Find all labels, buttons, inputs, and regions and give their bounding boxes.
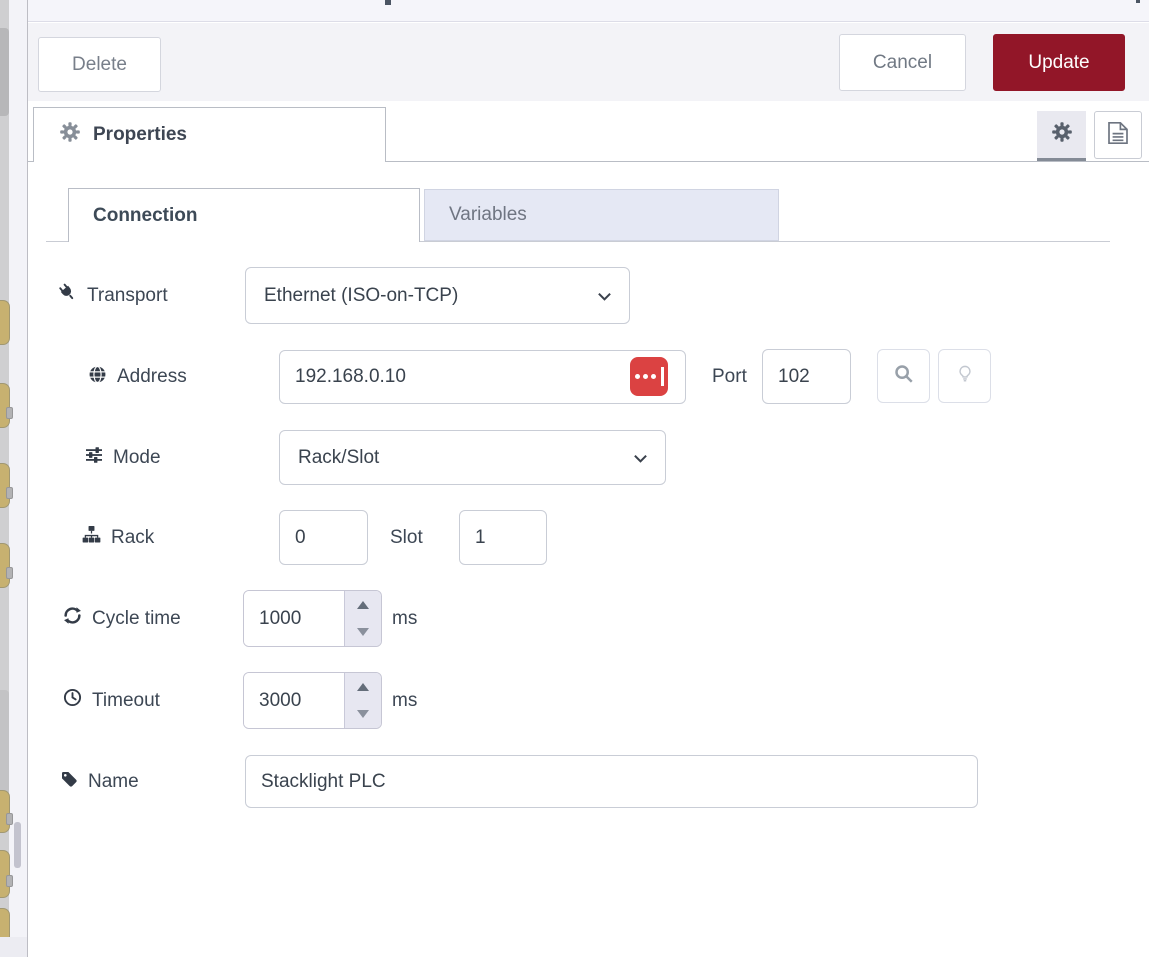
mode-select[interactable]: Rack/Slot <box>279 430 666 485</box>
palette-node-fragment <box>0 790 10 833</box>
cycle-time-unit: ms <box>392 590 417 647</box>
refresh-icon <box>63 606 82 631</box>
tray-header <box>28 0 1149 22</box>
update-button[interactable]: Update <box>993 34 1125 91</box>
globe-icon <box>88 365 107 390</box>
gear-icon <box>60 122 80 148</box>
clock-icon <box>63 688 82 713</box>
palette-node-port <box>6 567 13 579</box>
rack-field-wrap <box>279 510 368 565</box>
palette-node-fragment <box>0 300 10 345</box>
tray-left-border <box>27 0 28 957</box>
rack-input[interactable] <box>279 510 368 565</box>
clipped-title-fragment <box>385 0 391 5</box>
password-autofill-icon[interactable] <box>630 357 668 396</box>
timeout-input[interactable] <box>244 673 344 728</box>
gear-icon <box>1052 122 1072 147</box>
cycle-time-label: Cycle time <box>63 590 181 647</box>
transport-label: Transport <box>58 267 168 324</box>
scan-button[interactable] <box>877 349 930 403</box>
chevron-down-icon <box>597 285 612 307</box>
scrollbar-thumb[interactable] <box>14 822 21 868</box>
tab-connection-label: Connection <box>93 205 198 227</box>
sliders-icon <box>85 446 103 470</box>
slot-label: Slot <box>390 510 423 565</box>
mode-select-value: Rack/Slot <box>298 447 379 469</box>
tab-connection[interactable]: Connection <box>68 188 420 242</box>
tab-properties[interactable]: Properties <box>33 107 386 162</box>
clipped-title-fragment <box>1136 0 1140 3</box>
cycle-time-spinner <box>243 590 382 647</box>
hint-button[interactable] <box>938 349 991 403</box>
tray-toolbar <box>28 23 1149 101</box>
palette-node-fragment <box>0 850 10 898</box>
cycle-time-input[interactable] <box>244 591 344 646</box>
palette-node-port <box>6 875 13 887</box>
palette-node-fragment <box>0 383 10 428</box>
slot-input[interactable] <box>459 510 547 565</box>
spinner-down-button[interactable] <box>345 701 381 729</box>
name-label: Name <box>60 755 139 808</box>
port-label: Port <box>712 349 747 404</box>
rack-label: Rack <box>82 510 154 565</box>
spinner-buttons <box>344 673 381 728</box>
transport-select-value: Ethernet (ISO-on-TCP) <box>264 285 458 307</box>
address-field-wrap <box>279 350 686 404</box>
slot-field-wrap <box>459 510 547 565</box>
spinner-up-button[interactable] <box>345 673 381 701</box>
palette-node-port <box>6 487 13 499</box>
cancel-button[interactable]: Cancel <box>839 34 966 91</box>
palette-category-block <box>0 28 9 116</box>
timeout-spinner <box>243 672 382 729</box>
timeout-unit: ms <box>392 672 417 729</box>
name-input[interactable] <box>245 755 978 808</box>
spinner-buttons <box>344 591 381 646</box>
mode-label: Mode <box>85 430 161 485</box>
tab-properties-label: Properties <box>93 124 187 146</box>
palette-node-fragment <box>0 543 10 588</box>
port-input[interactable] <box>762 349 851 404</box>
tag-icon <box>60 770 78 794</box>
properties-view-button[interactable] <box>1037 111 1086 161</box>
spinner-down-button[interactable] <box>345 619 381 647</box>
address-input[interactable] <box>279 350 686 404</box>
address-label: Address <box>88 350 187 404</box>
transport-select[interactable]: Ethernet (ISO-on-TCP) <box>245 267 630 324</box>
timeout-label: Timeout <box>63 672 160 729</box>
lightbulb-icon <box>956 364 974 389</box>
palette-node-port <box>6 813 13 825</box>
palette-footer <box>0 937 27 957</box>
palette-node-port <box>6 407 13 419</box>
spinner-up-button[interactable] <box>345 591 381 619</box>
delete-button[interactable]: Delete <box>38 37 161 92</box>
description-view-button[interactable] <box>1094 111 1142 159</box>
tab-variables[interactable]: Variables <box>424 189 779 241</box>
name-field-wrap <box>245 755 978 808</box>
doc-icon <box>1107 121 1129 150</box>
port-field-wrap <box>762 349 851 404</box>
plug-icon <box>58 283 77 308</box>
palette-category-block <box>0 690 9 795</box>
sitemap-icon <box>82 525 101 550</box>
chevron-down-icon <box>633 447 648 469</box>
palette-node-fragment <box>0 463 10 508</box>
tab-variables-label: Variables <box>449 204 527 226</box>
search-icon <box>894 364 914 389</box>
